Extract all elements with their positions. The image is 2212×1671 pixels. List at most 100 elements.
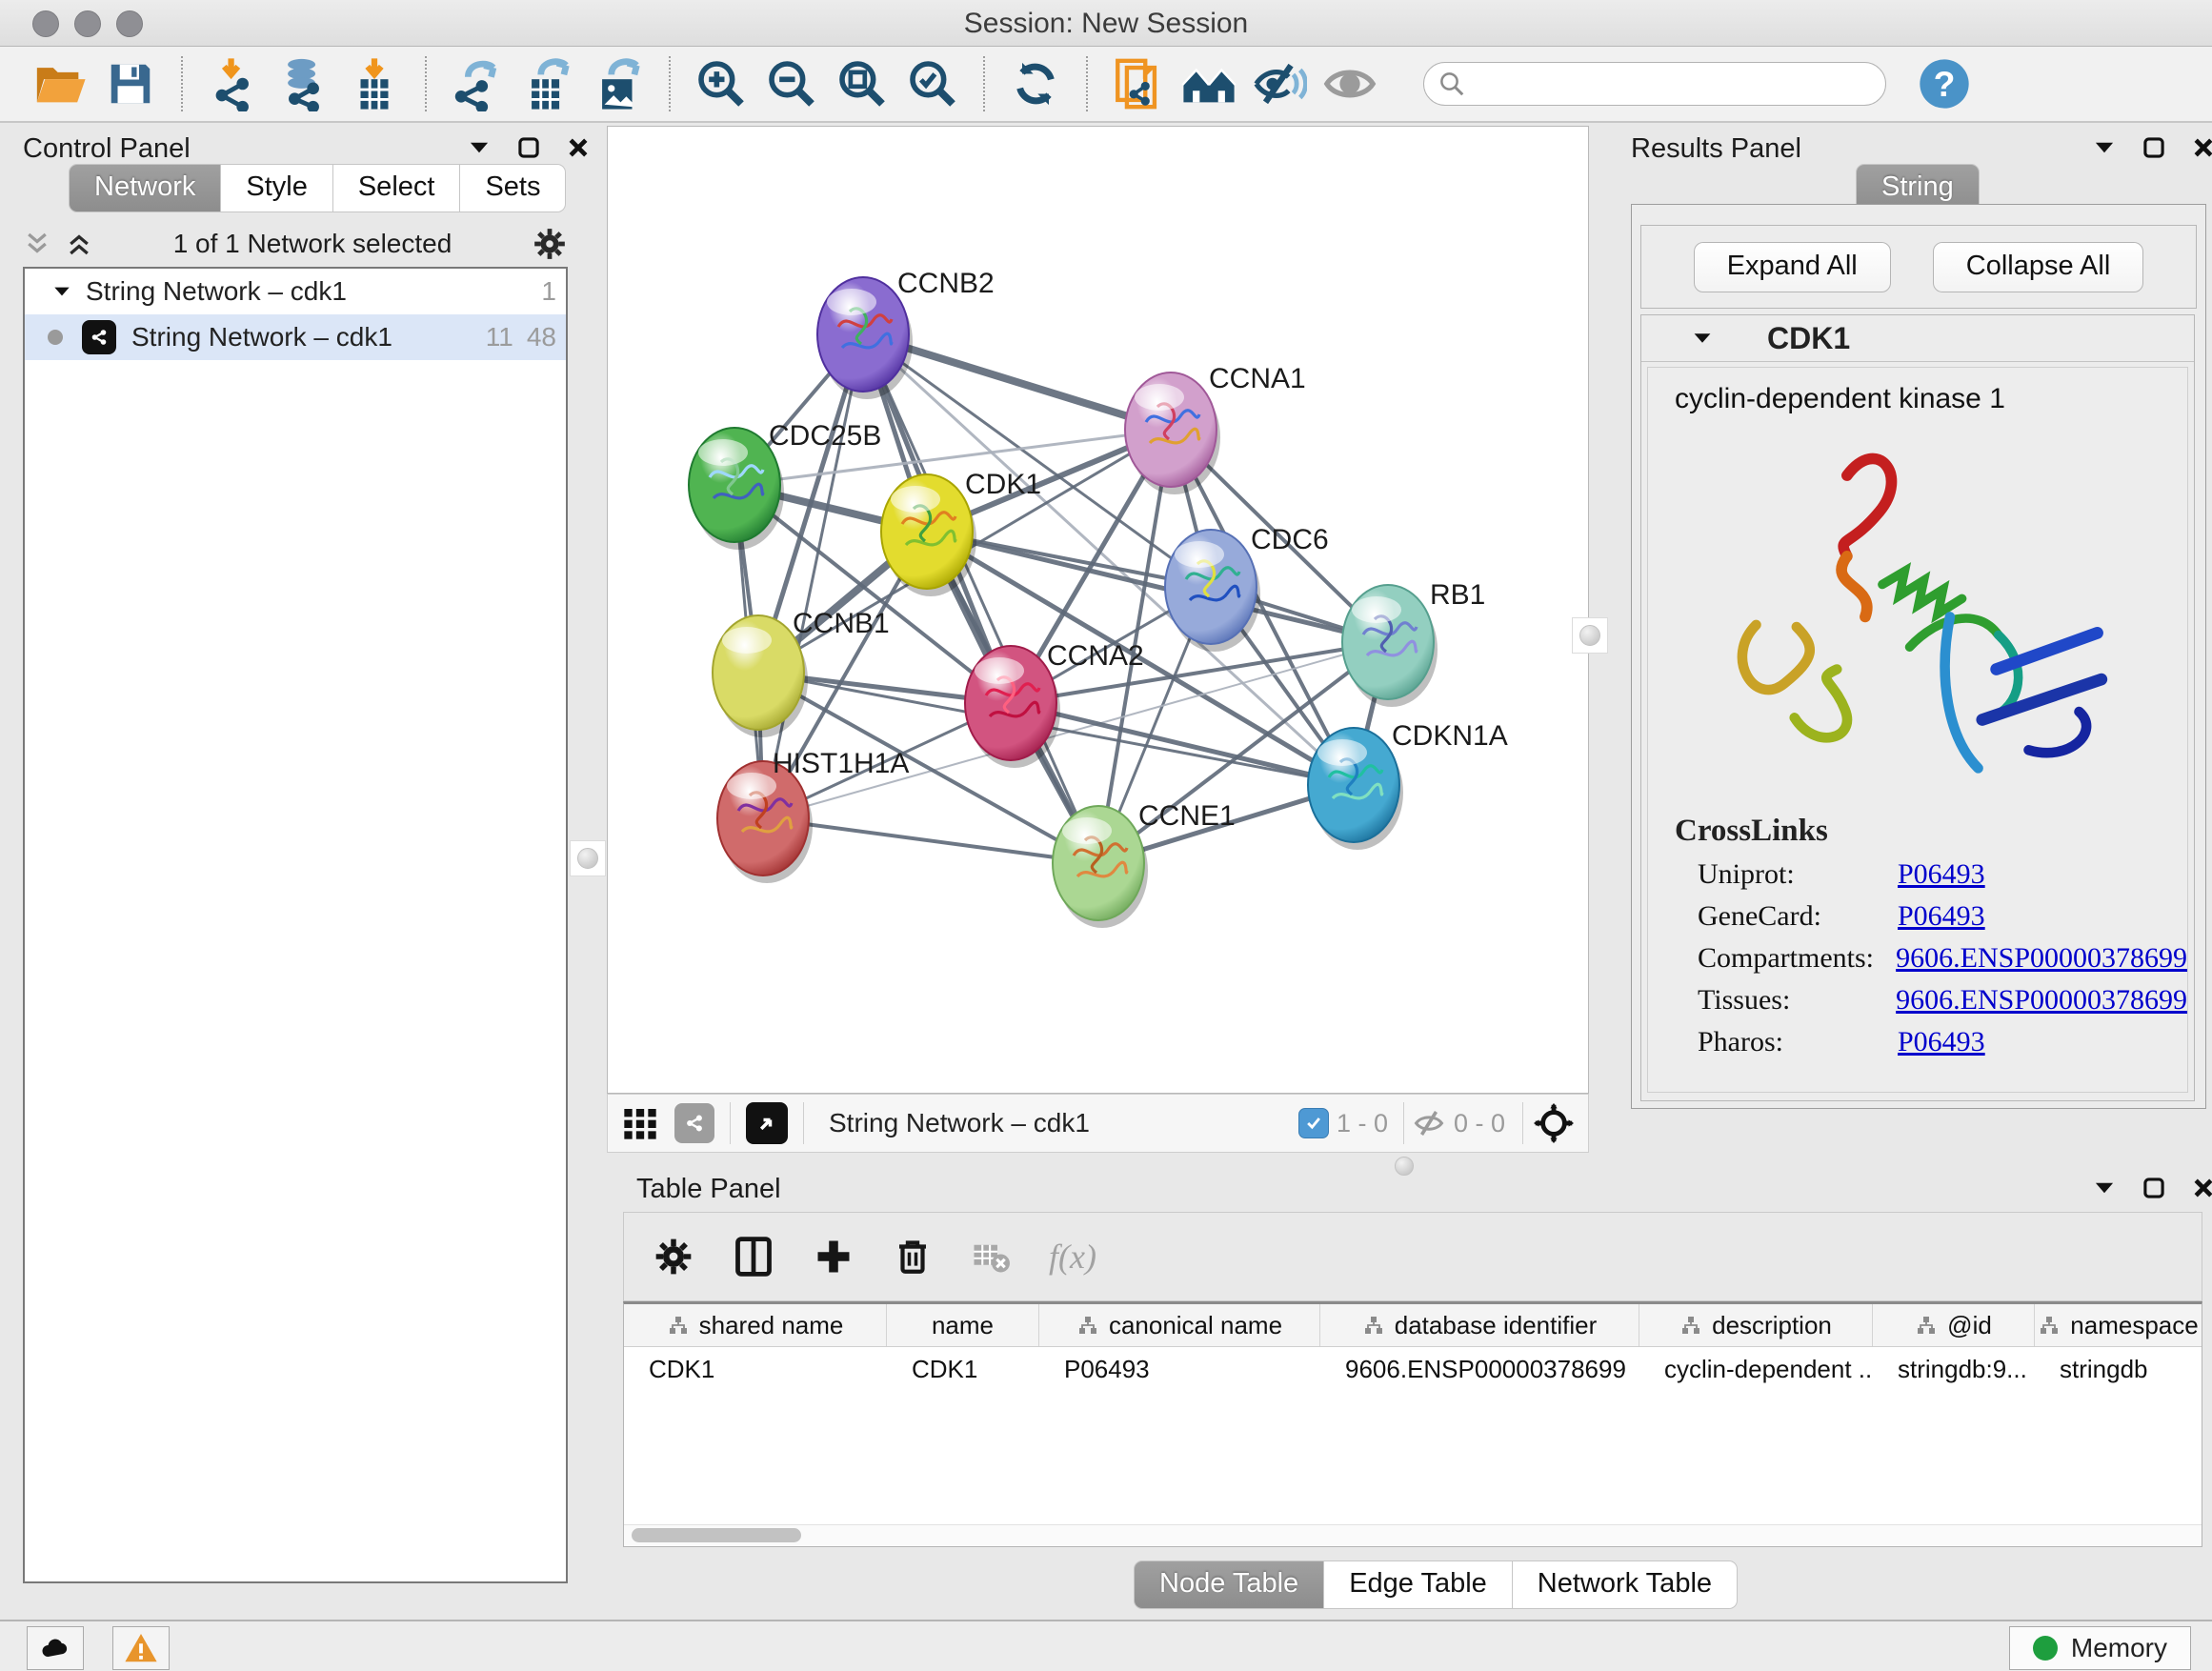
- float-panel-icon[interactable]: [2142, 135, 2166, 160]
- scrollbar-thumb[interactable]: [632, 1528, 801, 1542]
- cloud-status-button[interactable]: [27, 1626, 84, 1670]
- table-horizontal-scrollbar[interactable]: [624, 1524, 2202, 1546]
- zoom-fit-button[interactable]: [833, 54, 892, 113]
- column-header[interactable]: canonical name: [1039, 1304, 1320, 1346]
- network-node-cdkn1a[interactable]: CDKN1A: [1308, 720, 1508, 850]
- houses-icon: [1181, 56, 1237, 111]
- collapse-panel-icon[interactable]: [2092, 135, 2117, 160]
- warning-status-button[interactable]: [112, 1626, 170, 1670]
- protein-card-header[interactable]: CDK1: [1641, 315, 2194, 362]
- network-node-hist1h1a[interactable]: HIST1H1A: [717, 748, 909, 883]
- column-header[interactable]: description: [1639, 1304, 1873, 1346]
- delete-column-trash-icon[interactable]: [893, 1237, 933, 1277]
- open-session-button[interactable]: [30, 54, 90, 113]
- refresh-button[interactable]: [1006, 54, 1065, 113]
- tab-sets[interactable]: Sets: [460, 164, 566, 212]
- cell-name: CDK1: [887, 1355, 1039, 1384]
- table-row[interactable]: CDK1 CDK1 P06493 9606.ENSP00000378699 cy…: [624, 1347, 2202, 1391]
- zoom-selected-button[interactable]: [903, 54, 962, 113]
- bottom-splitter-handle[interactable]: [1395, 1157, 1414, 1176]
- table-options-gear-icon[interactable]: [653, 1236, 694, 1278]
- collapse-panel-icon[interactable]: [467, 135, 492, 160]
- network-share-view-icon[interactable]: [674, 1103, 714, 1143]
- hide-unhide-button[interactable]: [1250, 54, 1309, 113]
- column-header[interactable]: shared name: [624, 1304, 887, 1346]
- network-graph[interactable]: CCNB2CCNA1CDC25BCDK1CDC6RB1CCNB1CCNA2CDK…: [608, 127, 1588, 1093]
- collapse-all-icon[interactable]: [23, 230, 51, 258]
- share-document-button[interactable]: [1109, 54, 1168, 113]
- tab-style[interactable]: Style: [221, 164, 332, 212]
- column-header[interactable]: @id: [1873, 1304, 2035, 1346]
- network-node-ccne1[interactable]: CCNE1: [1053, 800, 1236, 928]
- tab-select[interactable]: Select: [333, 164, 461, 212]
- tab-network-table[interactable]: Network Table: [1513, 1560, 1738, 1609]
- table-toolbar: f(x): [623, 1212, 2202, 1301]
- tab-node-table[interactable]: Node Table: [1134, 1560, 1324, 1609]
- column-label: shared name: [699, 1311, 844, 1340]
- network-node-ccnb1[interactable]: CCNB1: [713, 608, 890, 737]
- network-node-ccnb2[interactable]: CCNB2: [817, 268, 995, 399]
- network-collection-row[interactable]: String Network – cdk1 1: [25, 269, 566, 314]
- crosslink-link[interactable]: 9606.ENSP00000378699: [1896, 984, 2187, 1017]
- help-button[interactable]: ?: [1915, 54, 1974, 113]
- node-label: CDC6: [1251, 524, 1329, 555]
- expand-all-icon[interactable]: [65, 230, 93, 258]
- grid-view-icon[interactable]: [621, 1104, 659, 1142]
- crosslink-label: Compartments:: [1698, 942, 1896, 975]
- expand-all-button[interactable]: Expand All: [1694, 242, 1891, 292]
- network-edge[interactable]: [763, 818, 1098, 863]
- crosslink-link[interactable]: P06493: [1898, 1026, 1985, 1058]
- show-columns-icon[interactable]: [733, 1236, 774, 1278]
- column-header[interactable]: name: [887, 1304, 1039, 1346]
- share-document-icon: [1111, 56, 1166, 111]
- control-panel-title: Control Panel: [23, 133, 191, 165]
- float-panel-icon[interactable]: [516, 135, 541, 160]
- network-node-rb1[interactable]: RB1: [1342, 579, 1485, 707]
- network-label: String Network – cdk1: [131, 322, 392, 352]
- collection-expander-icon[interactable]: [51, 281, 72, 302]
- network-row[interactable]: String Network – cdk1 11 48: [25, 314, 566, 360]
- string-home-button[interactable]: [1179, 54, 1238, 113]
- network-options-gear-icon[interactable]: [532, 226, 568, 262]
- zoom-out-button[interactable]: [762, 54, 821, 113]
- toolbar-separator: [1086, 56, 1088, 111]
- crosslink-link[interactable]: P06493: [1898, 858, 1985, 891]
- zoom-in-icon: [694, 57, 748, 111]
- memory-status-button[interactable]: Memory: [2009, 1626, 2191, 1670]
- column-header[interactable]: namespace: [2035, 1304, 2202, 1346]
- export-table-button[interactable]: [518, 54, 577, 113]
- float-panel-icon[interactable]: [2142, 1176, 2166, 1200]
- add-column-icon[interactable]: [813, 1236, 855, 1278]
- left-splitter-handle[interactable]: [570, 840, 606, 876]
- import-table-button[interactable]: [345, 54, 404, 113]
- close-panel-icon[interactable]: [566, 135, 591, 160]
- selected-checkbox-icon[interactable]: [1298, 1108, 1329, 1138]
- collapse-all-button[interactable]: Collapse All: [1933, 242, 2144, 292]
- import-network-database-button[interactable]: [274, 54, 333, 113]
- column-header[interactable]: database identifier: [1320, 1304, 1639, 1346]
- close-panel-icon[interactable]: [2191, 1176, 2212, 1200]
- search-input[interactable]: [1466, 69, 1851, 100]
- network-node-cdc25b[interactable]: CDC25B: [689, 420, 881, 550]
- import-network-file-button[interactable]: [204, 54, 263, 113]
- crosslink-link[interactable]: 9606.ENSP00000378699: [1896, 942, 2187, 975]
- network-node-cdc6[interactable]: CDC6: [1165, 524, 1329, 652]
- show-graphics-button[interactable]: [1320, 54, 1379, 113]
- network-canvas[interactable]: CCNB2CCNA1CDC25BCDK1CDC6RB1CCNB1CCNA2CDK…: [607, 126, 1589, 1094]
- card-expander-icon[interactable]: [1691, 327, 1714, 350]
- save-session-button[interactable]: [101, 54, 160, 113]
- export-network-button[interactable]: [448, 54, 507, 113]
- fit-content-crosshair-icon[interactable]: [1533, 1102, 1575, 1144]
- crosslink-link[interactable]: P06493: [1898, 900, 1985, 933]
- network-node-cdk1[interactable]: CDK1: [881, 469, 1041, 596]
- birdseye-view-icon[interactable]: [746, 1102, 788, 1144]
- close-panel-icon[interactable]: [2191, 135, 2212, 160]
- network-edge[interactable]: [863, 334, 1098, 863]
- collapse-panel-icon[interactable]: [2092, 1176, 2117, 1200]
- export-image-button[interactable]: [589, 54, 648, 113]
- tab-network[interactable]: Network: [69, 164, 221, 212]
- tab-edge-table[interactable]: Edge Table: [1324, 1560, 1513, 1609]
- hidden-eye-icon[interactable]: [1412, 1106, 1446, 1140]
- right-splitter-handle[interactable]: [1572, 617, 1608, 654]
- zoom-in-button[interactable]: [692, 54, 751, 113]
